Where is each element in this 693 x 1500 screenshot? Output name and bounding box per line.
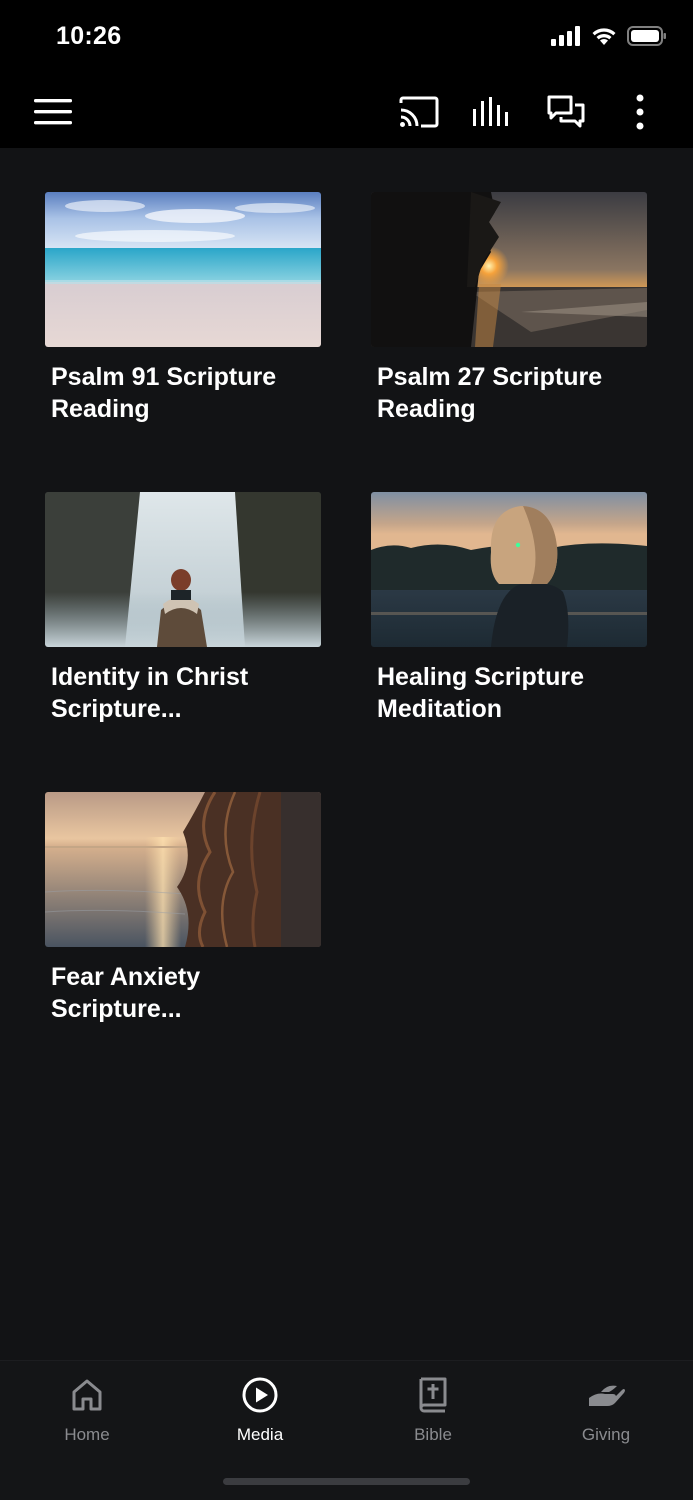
nav-item-giving[interactable]: Giving (546, 1375, 666, 1445)
chat-button[interactable] (544, 92, 588, 136)
nav-item-home[interactable]: Home (27, 1375, 147, 1445)
media-card[interactable]: Healing Scripture Meditation (371, 492, 648, 723)
audio-button[interactable] (470, 92, 514, 136)
nav-item-bible[interactable]: Bible (373, 1375, 493, 1445)
media-grid: Psalm 91 Scripture Reading Psalm 27 Scri… (45, 192, 648, 1023)
more-vertical-icon (635, 94, 645, 135)
cast-icon (399, 96, 439, 133)
cellular-signal-icon (551, 26, 581, 51)
home-icon (67, 1375, 107, 1415)
app-screen: 10:26 Psalm 91 Scripture Reading Psalm 2… (0, 0, 693, 1500)
nav-label: Bible (414, 1425, 452, 1444)
home-indicator[interactable] (223, 1478, 470, 1485)
giving-hand-icon (586, 1375, 626, 1415)
media-card[interactable]: Psalm 91 Scripture Reading (45, 192, 322, 423)
media-title: Psalm 27 Scripture Reading (377, 363, 603, 423)
audio-bars-icon (472, 96, 512, 132)
menu-button[interactable] (31, 92, 75, 136)
play-circle-icon (240, 1375, 280, 1415)
battery-icon (627, 26, 667, 51)
nav-label: Home (64, 1425, 110, 1444)
media-card[interactable]: Psalm 27 Scripture Reading (371, 192, 648, 423)
cast-button[interactable] (397, 92, 441, 136)
app-bar (0, 78, 693, 148)
nav-item-media[interactable]: Media (200, 1375, 320, 1445)
wifi-icon (591, 26, 617, 51)
nav-label: Media (236, 1425, 284, 1444)
media-thumbnail (45, 492, 321, 647)
media-title: Psalm 91 Scripture Reading (51, 363, 277, 423)
status-time: 10:26 (56, 22, 122, 50)
nav-label: Giving (581, 1425, 631, 1444)
media-title: Identity in Christ Scripture... (51, 663, 249, 723)
media-card[interactable]: Identity in Christ Scripture... (45, 492, 322, 723)
media-title: Fear Anxiety Scripture... (51, 963, 201, 1023)
media-thumbnail (371, 492, 647, 647)
chat-icon (547, 95, 585, 134)
media-thumbnail (45, 792, 321, 947)
media-thumbnail (45, 192, 321, 347)
status-bar: 10:26 (0, 0, 693, 78)
bible-icon (413, 1375, 453, 1415)
media-thumbnail (371, 192, 647, 347)
media-title: Healing Scripture Meditation (377, 663, 584, 723)
more-button[interactable] (618, 92, 662, 136)
media-card[interactable]: Fear Anxiety Scripture... (45, 792, 322, 1023)
menu-icon (34, 98, 72, 130)
status-icons (551, 26, 667, 51)
